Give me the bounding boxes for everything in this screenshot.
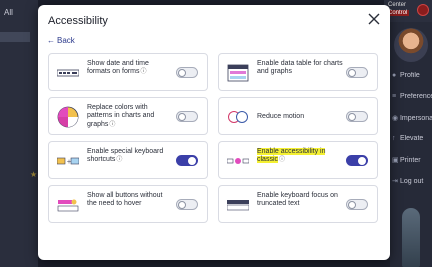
toggle-switch[interactable] xyxy=(346,111,368,122)
info-icon[interactable]: ⓘ xyxy=(109,122,115,128)
option-label: Enable keyboard focus on truncated text xyxy=(257,192,338,208)
back-link[interactable]: ← Back xyxy=(47,36,75,45)
info-icon[interactable]: ⓘ xyxy=(141,69,147,75)
user-menu-item: ● Profile xyxy=(392,72,432,79)
user-menu-item: ▣ Printer xyxy=(392,156,432,164)
truncated-text-icon xyxy=(227,200,249,211)
option-label: Show date and time formats on forms xyxy=(87,60,149,76)
star-icon: ★ xyxy=(30,170,38,179)
data-table-icon xyxy=(227,64,249,82)
left-panel: All ★ xyxy=(0,0,38,267)
user-menu-item-label: Profile xyxy=(398,72,420,79)
toggle-knob xyxy=(178,201,186,209)
pie-pattern-icon xyxy=(57,106,79,128)
avatar xyxy=(394,28,428,62)
date-format-icon xyxy=(57,69,79,77)
user-menu-item-label: Impersonate xyxy=(399,115,432,122)
user-menu-item-label: Preferences xyxy=(399,93,432,100)
option-label: Show all buttons without the need to hov… xyxy=(87,192,163,208)
option-card-hover-buttons: Show all buttons without the need to hov… xyxy=(48,185,208,223)
toggle-switch[interactable] xyxy=(346,67,368,78)
option-label: Reduce motion xyxy=(257,113,305,120)
toggle-switch[interactable] xyxy=(176,67,198,78)
top-right-header: Center Control xyxy=(384,0,432,22)
filter-all-label: All xyxy=(4,8,13,17)
arrow-left-icon: ← xyxy=(47,36,55,45)
user-menu-item: ◉ Impersonate xyxy=(392,114,432,122)
info-icon[interactable]: ⓘ xyxy=(279,157,285,163)
option-label: Enable data table for charts and graphs xyxy=(257,60,343,76)
option-label: Replace colors with patterns in charts a… xyxy=(87,104,155,128)
option-card-color-patterns: Replace colors with patterns in charts a… xyxy=(48,97,208,135)
close-icon[interactable] xyxy=(368,13,380,25)
back-label: Back xyxy=(57,36,75,45)
header-line-1: Center xyxy=(388,2,407,8)
toggle-switch[interactable] xyxy=(176,111,198,122)
user-menu-item: ⇥ Log out xyxy=(392,177,432,185)
option-card-date-format: Show date and time formats on formsⓘ xyxy=(48,53,208,91)
toggle-knob xyxy=(348,113,356,121)
user-menu-item-label: Log out xyxy=(398,178,424,185)
dialog-title: Accessibility xyxy=(48,15,108,27)
toggle-knob xyxy=(358,157,366,165)
toggle-switch[interactable] xyxy=(176,199,198,210)
toggle-knob xyxy=(348,69,356,77)
user-menu-item: ↑ Elevate xyxy=(392,135,432,142)
toggle-knob xyxy=(178,69,186,77)
user-menu-item: ≡ Preferences xyxy=(392,93,432,100)
classic-accessibility-icon xyxy=(227,158,249,164)
info-icon[interactable]: ⓘ xyxy=(116,157,122,163)
hover-buttons-icon xyxy=(57,199,79,212)
option-card-reduce-motion: Reduce motion xyxy=(218,97,378,135)
toggle-switch[interactable] xyxy=(346,155,368,166)
option-card-classic-accessibility: Enable accessibility in classicⓘ xyxy=(218,141,378,179)
toggle-switch[interactable] xyxy=(176,155,198,166)
option-label: Enable special keyboard shortcuts xyxy=(87,148,164,164)
accessibility-dialog: Accessibility ← Back Show date and time f… xyxy=(38,5,390,260)
rocket-illustration xyxy=(402,208,420,267)
option-label-highlighted: Enable accessibility in classic xyxy=(257,148,326,164)
keyboard-shortcut-icon: + xyxy=(57,157,79,166)
toggle-knob xyxy=(178,113,186,121)
user-menu-item-label: Printer xyxy=(398,157,421,164)
toggle-switch[interactable] xyxy=(346,199,368,210)
left-panel-selected-row xyxy=(0,32,30,42)
settings-icon xyxy=(417,4,429,16)
option-card-truncated-text: Enable keyboard focus on truncated text xyxy=(218,185,378,223)
reduce-motion-icon xyxy=(228,111,248,123)
toggle-knob xyxy=(188,157,196,165)
option-card-data-table: Enable data table for charts and graphs xyxy=(218,53,378,91)
toggle-knob xyxy=(348,201,356,209)
option-card-keyboard-shortcuts: + Enable special keyboard shortcutsⓘ xyxy=(48,141,208,179)
user-menu-item-label: Elevate xyxy=(398,135,424,142)
